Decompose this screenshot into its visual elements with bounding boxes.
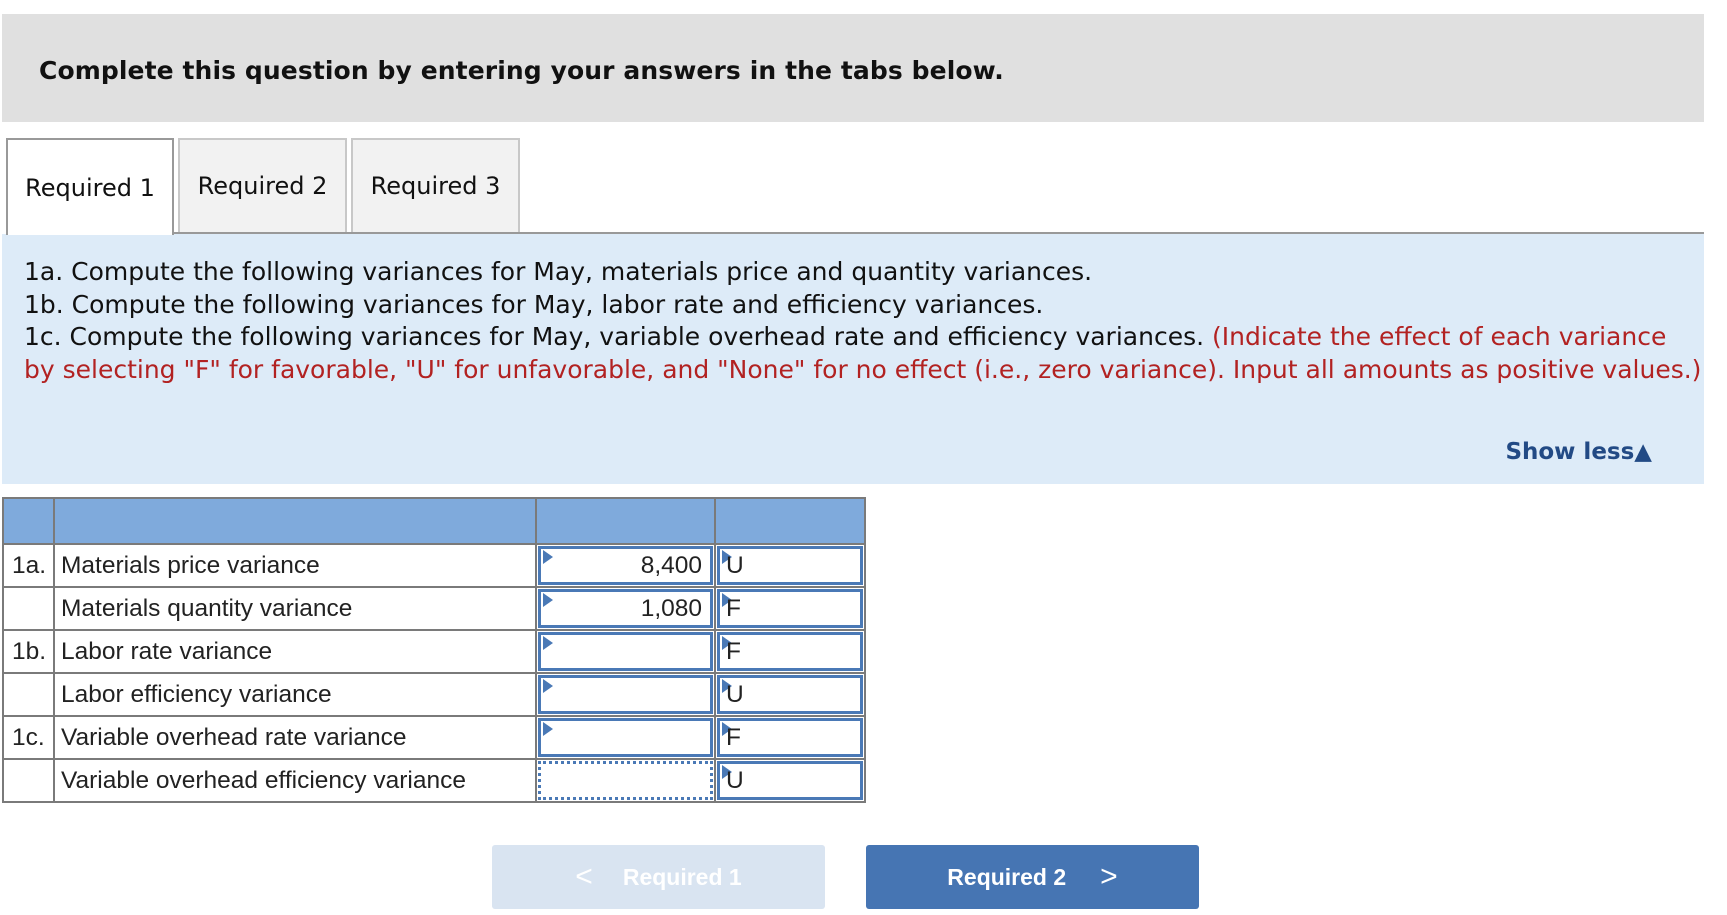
row-section xyxy=(2,586,55,631)
amount-input-focused[interactable] xyxy=(538,761,713,800)
effect-value: U xyxy=(726,680,744,708)
amount-cell xyxy=(535,758,716,803)
flag-icon xyxy=(543,550,553,564)
effect-value: U xyxy=(726,551,744,579)
row-section xyxy=(2,672,55,717)
row-label: Labor rate variance xyxy=(53,629,537,674)
amount-input[interactable]: 8,400 xyxy=(538,546,713,585)
tab-bar: Required 1 Required 2 Required 3 xyxy=(6,138,1704,235)
instruction-1c-text: 1c. Compute the following variances for … xyxy=(24,322,1205,351)
flag-icon xyxy=(543,722,553,736)
amount-input[interactable] xyxy=(538,718,713,757)
amount-cell xyxy=(535,715,716,760)
row-section: 1b. xyxy=(2,629,55,674)
show-less-label: Show less xyxy=(1505,439,1635,465)
row-label: Materials price variance xyxy=(53,543,537,588)
header-cell-amount xyxy=(535,497,716,545)
instructions-panel: 1a. Compute the following variances for … xyxy=(2,234,1704,484)
amount-input[interactable] xyxy=(538,675,713,714)
instruction-1c: 1c. Compute the following variances for … xyxy=(24,321,1704,386)
tab-required-1[interactable]: Required 1 xyxy=(6,138,174,235)
effect-value: F xyxy=(726,637,741,665)
prev-button-label: Required 1 xyxy=(622,863,742,890)
effect-select[interactable]: U xyxy=(717,675,863,714)
amount-input[interactable] xyxy=(538,632,713,671)
row-label: Variable overhead rate variance xyxy=(53,715,537,760)
header-title: Complete this question by entering your … xyxy=(39,56,1004,85)
row-label: Variable overhead efficiency variance xyxy=(53,758,537,803)
flag-icon xyxy=(543,636,553,650)
prev-required-button[interactable]: < Required 1 xyxy=(492,845,825,909)
effect-cell: F xyxy=(714,629,866,674)
row-label: Materials quantity variance xyxy=(53,586,537,631)
effect-select[interactable]: F xyxy=(717,632,863,671)
tab-required-3[interactable]: Required 3 xyxy=(351,138,520,232)
row-section: 1a. xyxy=(2,543,55,588)
effect-select[interactable]: F xyxy=(717,718,863,757)
effect-cell: U xyxy=(714,543,866,588)
row-section: 1c. xyxy=(2,715,55,760)
header-cell-effect xyxy=(714,497,866,545)
chevron-left-icon: < xyxy=(575,860,593,893)
instructions-text: 1a. Compute the following variances for … xyxy=(24,256,1704,386)
effect-value: F xyxy=(726,723,741,751)
effect-value: U xyxy=(726,766,744,794)
table-row: 1c. Variable overhead rate variance F xyxy=(2,715,866,760)
table-row: 1a. Materials price variance 8,400 U xyxy=(2,543,866,588)
amount-cell: 8,400 xyxy=(535,543,716,588)
header-cell-section xyxy=(2,497,55,545)
table-row: Variable overhead efficiency variance U xyxy=(2,758,866,803)
question-header: Complete this question by entering your … xyxy=(2,14,1704,122)
chevron-right-icon: > xyxy=(1100,860,1118,893)
instruction-1a: 1a. Compute the following variances for … xyxy=(24,257,1093,286)
amount-cell xyxy=(535,672,716,717)
table-row: Materials quantity variance 1,080 F xyxy=(2,586,866,631)
amount-cell: 1,080 xyxy=(535,586,716,631)
next-required-button[interactable]: Required 2 > xyxy=(866,845,1199,909)
effect-select[interactable]: U xyxy=(717,761,863,800)
effect-cell: U xyxy=(714,672,866,717)
effect-select[interactable]: U xyxy=(717,546,863,585)
table-row: Labor efficiency variance U xyxy=(2,672,866,717)
triangle-up-icon: ▲ xyxy=(1634,439,1652,465)
next-button-label: Required 2 xyxy=(947,863,1067,890)
amount-value: 8,400 xyxy=(640,551,702,579)
effect-cell: F xyxy=(714,715,866,760)
row-section xyxy=(2,758,55,803)
header-cell-label xyxy=(53,497,537,545)
row-label: Labor efficiency variance xyxy=(53,672,537,717)
effect-select[interactable]: F xyxy=(717,589,863,628)
effect-value: F xyxy=(726,594,741,622)
amount-input[interactable]: 1,080 xyxy=(538,589,713,628)
effect-cell: F xyxy=(714,586,866,631)
flag-icon xyxy=(543,593,553,607)
amount-value: 1,080 xyxy=(640,594,702,622)
variance-table: 1a. Materials price variance 8,400 U Mat… xyxy=(2,497,866,803)
show-less-link[interactable]: Show less▲ xyxy=(1505,439,1652,465)
effect-cell: U xyxy=(714,758,866,803)
table-row: 1b. Labor rate variance F xyxy=(2,629,866,674)
amount-cell xyxy=(535,629,716,674)
tab-required-2[interactable]: Required 2 xyxy=(178,138,347,232)
table-header-row xyxy=(2,497,866,545)
instruction-1b: 1b. Compute the following variances for … xyxy=(24,289,1044,319)
flag-icon xyxy=(543,679,553,693)
